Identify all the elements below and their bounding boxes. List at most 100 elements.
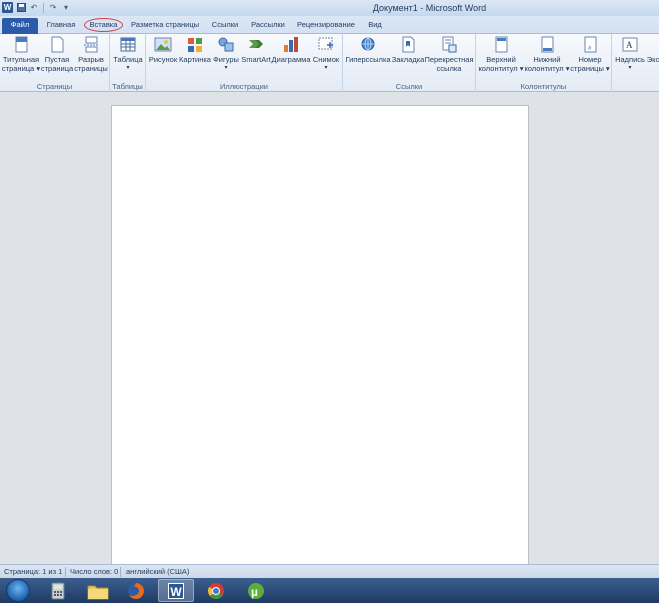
tab-view[interactable]: Вид — [363, 18, 387, 34]
textbox-dropdown-arrow: ▾ — [628, 65, 632, 71]
bookmark-label: Закладка — [391, 55, 425, 64]
document-page[interactable] — [111, 105, 529, 565]
table-dropdown-arrow: ▾ — [126, 65, 130, 71]
status-separator — [120, 567, 121, 577]
status-bar: Страница: 1 из 1 Число слов: 0 английски… — [0, 564, 659, 578]
page-break-label-1: Разрыв — [78, 55, 104, 64]
word-app-icon: W — [168, 582, 184, 599]
cover-page-icon — [12, 36, 30, 53]
cross-reference-button[interactable]: Перекрестная ссылка — [424, 36, 474, 73]
smartart-button[interactable]: SmartArt — [241, 36, 271, 64]
group-tables: Таблица ▾ Таблицы — [110, 34, 146, 92]
cover-page-label-2: страница ▾ — [1, 64, 41, 73]
group-header-footer-label: Колонтитулы — [520, 82, 567, 91]
cover-page-label-1: Титульная — [2, 55, 40, 64]
table-icon — [119, 36, 137, 53]
svg-text:µ: µ — [251, 585, 258, 599]
picture-label: Рисунок — [148, 55, 178, 64]
tab-page-layout[interactable]: Разметка страницы — [127, 18, 203, 34]
group-illustrations: Рисунок Картинка Фигуры ▾ SmartArt Диагр… — [146, 34, 343, 92]
cross-reference-label-2: ссылка — [436, 64, 462, 73]
page-number-button[interactable]: # Номер страницы ▾ — [570, 36, 610, 73]
ribbon-insert: Титульная страница ▾ Пустая страница Раз… — [0, 34, 659, 92]
status-word-count[interactable]: Число слов: 0 — [70, 565, 118, 578]
group-pages-label: Страницы — [36, 82, 73, 91]
group-header-footer: Верхний колонтитул ▾ Нижний колонтитул ▾… — [476, 34, 612, 92]
bookmark-button[interactable]: Закладка — [392, 36, 424, 64]
calculator-icon[interactable] — [40, 579, 76, 602]
folder-icon[interactable] — [80, 579, 116, 602]
textbox-button[interactable]: A Надпись ▾ — [614, 36, 646, 73]
group-pages: Титульная страница ▾ Пустая страница Раз… — [0, 34, 110, 92]
group-text: A Надпись ▾ Экс — [612, 34, 659, 92]
tab-review[interactable]: Рецензирование — [293, 18, 359, 34]
tab-file[interactable]: Файл — [2, 18, 38, 34]
shapes-dropdown-arrow: ▾ — [224, 65, 228, 71]
blank-page-button[interactable]: Пустая страница — [41, 36, 73, 73]
tab-references[interactable]: Ссылки — [207, 18, 243, 34]
firefox-icon[interactable] — [118, 579, 154, 602]
cover-page-button[interactable]: Титульная страница ▾ — [2, 36, 40, 73]
screenshot-button[interactable]: Снимок ▾ — [311, 36, 341, 73]
bookmark-icon — [399, 36, 417, 53]
status-separator — [65, 567, 66, 577]
blank-page-label-2: страница — [40, 64, 74, 73]
page-break-label-2: страницы — [74, 64, 108, 73]
window-title: Документ1 - Microsoft Word — [372, 3, 487, 13]
hyperlink-globe-icon — [359, 36, 377, 53]
screenshot-label: Снимок — [312, 55, 340, 64]
page-break-icon — [82, 36, 100, 53]
document-workspace — [0, 92, 659, 565]
taskbar-word-icon[interactable]: W — [158, 579, 194, 602]
chrome-icon[interactable] — [198, 579, 234, 602]
windows-taskbar: W µ — [0, 578, 659, 603]
page-number-label-2: страницы ▾ — [570, 64, 610, 73]
cross-reference-icon — [440, 36, 458, 53]
status-language[interactable]: английский (США) — [126, 565, 189, 578]
page-break-button[interactable]: Разрыв страницы — [74, 36, 108, 73]
smartart-icon — [247, 36, 265, 53]
footer-button[interactable]: Нижний колонтитул ▾ — [524, 36, 570, 73]
textbox-label: Надпись — [615, 55, 645, 64]
hyperlink-button[interactable]: Гиперссылка — [345, 36, 391, 64]
header-label-2: колонтитул ▾ — [478, 64, 524, 73]
express-parts-button[interactable]: Экс — [646, 36, 659, 64]
chart-button[interactable]: Диаграмма — [271, 36, 311, 64]
hyperlink-label: Гиперссылка — [345, 55, 391, 64]
utorrent-icon[interactable]: µ — [238, 579, 274, 602]
express-parts-label: Экс — [646, 55, 659, 64]
screenshot-dropdown-arrow: ▾ — [324, 65, 328, 71]
express-parts-icon — [646, 36, 659, 53]
title-bar: W ↶ ↷ ▾ Документ1 - Microsoft Word — [0, 0, 659, 16]
clipart-button[interactable]: Картинка — [179, 36, 211, 64]
table-button[interactable]: Таблица ▾ — [112, 36, 144, 73]
group-links: Гиперссылка Закладка Перекрестная ссылка… — [343, 34, 476, 92]
footer-label-1: Нижний — [533, 55, 561, 64]
blank-page-icon — [48, 36, 66, 53]
svg-text:A: A — [626, 40, 633, 50]
clipart-icon — [186, 36, 204, 53]
picture-button[interactable]: Рисунок — [148, 36, 178, 64]
picture-icon — [154, 36, 172, 53]
tab-home[interactable]: Главная — [41, 18, 81, 34]
smartart-label: SmartArt — [241, 55, 271, 64]
header-label-1: Верхний — [486, 55, 516, 64]
blank-page-label-1: Пустая — [44, 55, 70, 64]
page-number-label-1: Номер — [578, 55, 602, 64]
shapes-icon — [217, 36, 235, 53]
tab-insert[interactable]: Вставка — [84, 18, 123, 32]
status-page-count[interactable]: Страница: 1 из 1 — [4, 565, 62, 578]
start-button[interactable] — [6, 579, 30, 602]
chart-icon — [282, 36, 300, 53]
tab-mailings[interactable]: Рассылки — [247, 18, 289, 34]
group-illustrations-label: Иллюстрации — [220, 82, 268, 91]
header-button[interactable]: Верхний колонтитул ▾ — [478, 36, 524, 73]
group-tables-label: Таблицы — [112, 82, 143, 91]
chart-label: Диаграмма — [271, 55, 311, 64]
cross-reference-label-1: Перекрестная — [424, 55, 474, 64]
shapes-button[interactable]: Фигуры ▾ — [212, 36, 240, 73]
footer-label-2: колонтитул ▾ — [524, 64, 570, 73]
clipart-label: Картинка — [179, 55, 211, 64]
page-number-icon: # — [581, 36, 599, 53]
footer-icon — [538, 36, 556, 53]
